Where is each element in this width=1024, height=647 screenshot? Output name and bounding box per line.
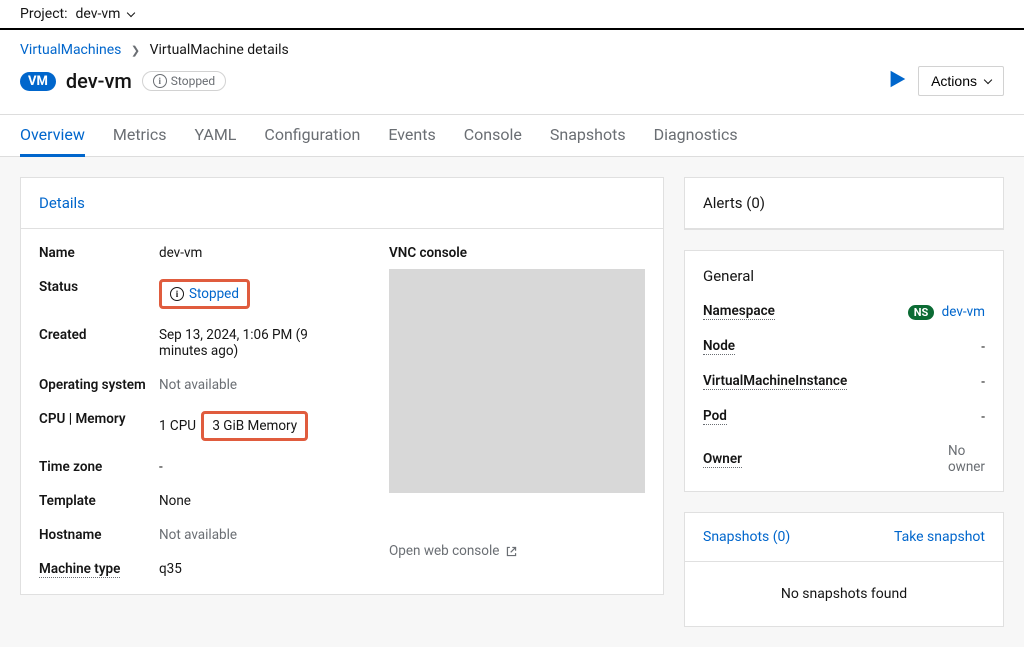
label-status: Status [39,279,159,295]
value-created: Sep 13, 2024, 1:06 PM (9 minutes ago) [159,327,349,359]
alerts-header[interactable]: Alerts (0) [685,178,1003,229]
info-icon [153,74,167,88]
label-created: Created [39,327,159,343]
label-owner: Owner [703,451,742,468]
ns-badge: NS [908,305,935,320]
label-cpumem: CPU | Memory [39,411,159,427]
project-name: dev-vm [76,6,121,22]
info-icon [170,287,184,301]
actions-label: Actions [931,73,977,89]
value-timezone: - [159,459,349,475]
status-highlight: Stopped [159,279,250,309]
value-cpumem: 1 CPU 3 GiB Memory [159,411,349,441]
chevron-down-icon [984,76,992,84]
details-card: Details Name dev-vm Status [20,177,664,595]
project-label: Project: [20,6,68,22]
label-pod: Pod [703,408,727,425]
value-owner: No owner [948,443,985,475]
tabs: Overview Metrics YAML Configuration Even… [0,115,1024,157]
tab-diagnostics[interactable]: Diagnostics [654,115,738,156]
label-name: Name [39,245,159,261]
snapshots-card: Snapshots (0) Take snapshot No snapshots… [684,512,1004,627]
value-cpu: 1 CPU [159,418,196,434]
snapshots-empty: No snapshots found [685,562,1003,626]
label-node: Node [703,338,735,355]
memory-highlight: 3 GiB Memory [201,411,308,441]
chevron-down-icon [127,9,135,17]
status-link[interactable]: Stopped [189,286,239,302]
value-hostname: Not available [159,527,349,543]
vm-badge: VM [20,72,56,91]
alerts-card: Alerts (0) [684,177,1004,230]
actions-button[interactable]: Actions [918,66,1004,96]
namespace-link[interactable]: dev-vm [942,304,985,320]
value-node: - [981,339,985,355]
status-badge: Stopped [142,71,226,91]
label-timezone: Time zone [39,459,159,475]
breadcrumb: VirtualMachines ❯ VirtualMachine details [20,42,1004,58]
label-vmi: VirtualMachineInstance [703,373,847,390]
chevron-right-icon: ❯ [131,44,140,57]
tab-configuration[interactable]: Configuration [264,115,360,156]
breadcrumb-parent[interactable]: VirtualMachines [20,42,121,58]
vnc-console [389,269,645,493]
general-card: General Namespace NS dev-vm Node - Virtu… [684,250,1004,492]
tab-overview[interactable]: Overview [20,115,85,157]
value-pod: - [981,409,985,425]
label-machinetype: Machine type [39,561,120,578]
start-button[interactable] [886,68,908,94]
tab-events[interactable]: Events [388,115,435,156]
tab-console[interactable]: Console [464,115,522,156]
tab-metrics[interactable]: Metrics [113,115,167,156]
vnc-link-text: Open web console [389,543,499,559]
snapshots-title[interactable]: Snapshots (0) [703,529,790,545]
value-name: dev-vm [159,245,349,261]
tab-yaml[interactable]: YAML [195,115,237,156]
label-os: Operating system [39,377,159,393]
label-template: Template [39,493,159,509]
value-vmi: - [981,374,985,390]
open-web-console[interactable]: Open web console [389,543,518,559]
project-selector[interactable]: Project: dev-vm [0,0,1024,30]
tab-snapshots[interactable]: Snapshots [550,115,626,156]
details-header[interactable]: Details [21,178,663,229]
status-text: Stopped [171,74,215,88]
value-template: None [159,493,349,509]
page-title: dev-vm [66,69,132,93]
vnc-title: VNC console [389,245,645,261]
label-namespace: Namespace [703,303,775,320]
label-hostname: Hostname [39,527,159,543]
general-title: General [703,267,985,285]
value-os: Not available [159,377,349,393]
value-memory: 3 GiB Memory [212,418,297,434]
value-machinetype: q35 [159,561,349,577]
external-link-icon [505,545,518,558]
take-snapshot-button[interactable]: Take snapshot [894,529,985,545]
play-icon [886,68,908,90]
breadcrumb-current: VirtualMachine details [150,42,289,58]
